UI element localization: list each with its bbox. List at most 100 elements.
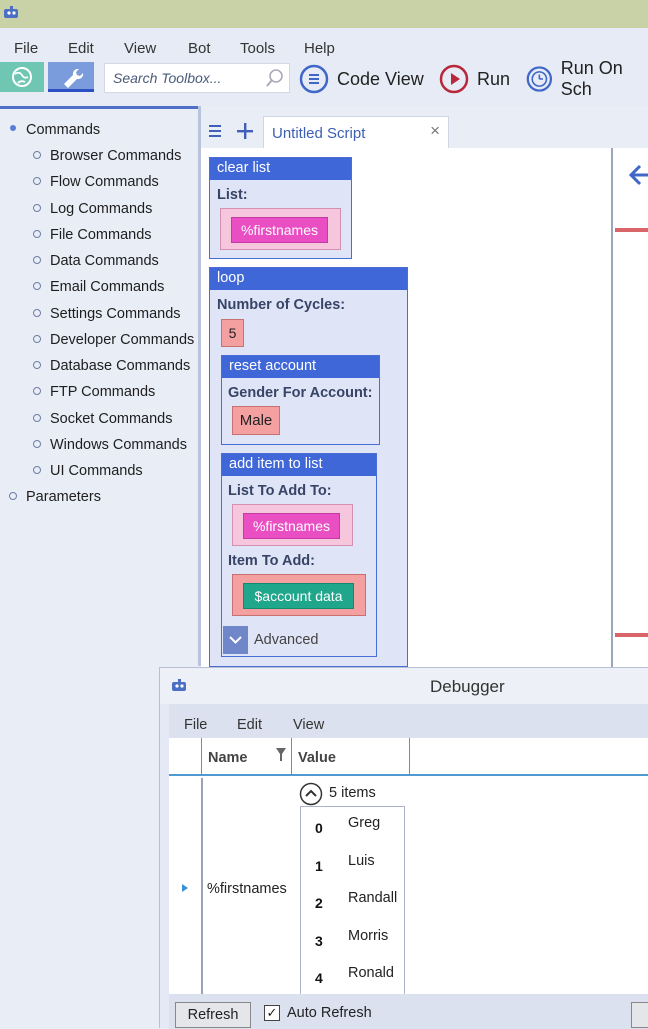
name-header-label: Name [208, 750, 248, 766]
menu-edit[interactable]: Edit [68, 40, 94, 57]
back-arrow-icon[interactable] [629, 164, 648, 186]
tree-item-log-commands[interactable]: Log Commands [50, 201, 152, 217]
tree-root-commands[interactable]: Commands [26, 122, 100, 138]
list-item[interactable]: 2 Randall [301, 882, 406, 919]
list-item[interactable]: 3 Morris [301, 920, 406, 957]
item-value: Ronald [348, 965, 394, 981]
row-header-cell [169, 738, 202, 776]
advanced-toggle-button[interactable] [223, 626, 248, 654]
tree-item-data-commands[interactable]: Data Commands [50, 253, 159, 269]
script-canvas[interactable]: clear list List: %firstnames loop Number… [201, 148, 611, 668]
collapse-icon[interactable] [299, 782, 323, 806]
run-on-schedule-button[interactable]: Run On Sch [526, 58, 648, 99]
variable-pill[interactable]: %firstnames [243, 513, 340, 539]
right-pane [611, 148, 648, 668]
tab-title: Untitled Script [272, 125, 366, 142]
tab-untitled-script[interactable]: Untitled Script × [263, 116, 449, 148]
tree-item-parameters[interactable]: Parameters [26, 489, 101, 505]
tree-item-email-commands[interactable]: Email Commands [50, 279, 164, 295]
cycles-value[interactable]: 5 [221, 319, 244, 347]
run-label: Run [477, 68, 511, 89]
plus-icon[interactable] [236, 122, 254, 140]
debugger-title-bar[interactable]: Debugger [160, 668, 648, 704]
item-index: 2 [315, 895, 323, 911]
item-to-add-label: Item To Add: [228, 553, 315, 569]
search-icon[interactable] [265, 68, 285, 88]
debugger-footer: Refresh ✓ Auto Refresh [169, 994, 648, 1029]
menu-help[interactable]: Help [304, 40, 335, 57]
variable-name[interactable]: %firstnames [207, 881, 287, 897]
cycles-label: Number of Cycles: [217, 297, 346, 313]
item-slot[interactable]: $account data [232, 574, 366, 616]
grid-header: Name Value [169, 738, 648, 776]
item-index: 4 [315, 970, 323, 986]
chevron-down-icon [229, 636, 242, 644]
column-header-name[interactable]: Name [202, 738, 292, 776]
auto-refresh-label: Auto Refresh [287, 1005, 372, 1021]
command-toolbox-button[interactable] [48, 62, 94, 92]
item-count: 5 items [329, 785, 376, 801]
tree-item-flow-commands[interactable]: Flow Commands [50, 174, 159, 190]
reset-account-block[interactable]: reset account Gender For Account: Male [221, 355, 380, 445]
column-header-value[interactable]: Value [292, 738, 410, 776]
list-items-panel: 0 Greg 1 Luis 2 Randall 3 Morris 4 Ronal… [300, 806, 405, 996]
code-view-button[interactable]: Code View [299, 64, 424, 94]
tree-item-settings-commands[interactable]: Settings Commands [50, 306, 181, 322]
tree-bullet-icon [33, 414, 41, 422]
tree-item-developer-commands[interactable]: Developer Commands [50, 332, 194, 348]
tree-item-socket-commands[interactable]: Socket Commands [50, 411, 173, 427]
run-on-schedule-label: Run On Sch [560, 58, 623, 99]
tree-item-file-commands[interactable]: File Commands [50, 227, 152, 243]
tree-item-database-commands[interactable]: Database Commands [50, 358, 190, 374]
tree-item-windows-commands[interactable]: Windows Commands [50, 437, 187, 453]
debugger-title: Debugger [430, 677, 505, 696]
list-item[interactable]: 0 Greg [301, 807, 406, 844]
gender-value[interactable]: Male [232, 406, 280, 435]
tree-bullet-icon [33, 151, 41, 159]
debugger-menu-view[interactable]: View [293, 717, 324, 733]
menu-view[interactable]: View [124, 40, 156, 57]
partial-button[interactable] [631, 1002, 648, 1028]
auto-refresh-checkbox[interactable]: ✓ [264, 1005, 280, 1021]
list-item[interactable]: 1 Luis [301, 845, 406, 882]
item-index: 1 [315, 858, 323, 874]
list-slot[interactable]: %firstnames [232, 504, 353, 546]
menu-bar: File Edit View Bot Tools Help [0, 28, 648, 62]
loop-block[interactable]: loop Number of Cycles: 5 reset account G… [209, 267, 408, 667]
debugger-menu-edit[interactable]: Edit [237, 717, 262, 733]
refresh-button[interactable]: Refresh [175, 1002, 251, 1028]
app-logo-icon [172, 679, 186, 691]
tree-item-ui-commands[interactable]: UI Commands [50, 463, 143, 479]
tree-item-ftp-commands[interactable]: FTP Commands [50, 384, 155, 400]
web-toolbox-button[interactable] [0, 62, 44, 92]
gender-label: Gender For Account: [228, 385, 373, 401]
variable-pill[interactable]: %firstnames [231, 217, 328, 243]
menu-tools[interactable]: Tools [240, 40, 275, 57]
tree-item-browser-commands[interactable]: Browser Commands [50, 148, 181, 164]
debugger-menu-file[interactable]: File [184, 717, 207, 733]
menu-bot[interactable]: Bot [188, 40, 211, 57]
list-to-add-label: List To Add To: [228, 483, 332, 499]
clear-list-block[interactable]: clear list List: %firstnames [209, 157, 352, 259]
filter-icon[interactable] [276, 748, 286, 762]
tree-bullet-icon [33, 440, 41, 448]
data-pill[interactable]: $account data [243, 583, 354, 609]
search-input[interactable] [105, 64, 255, 92]
run-button[interactable]: Run [439, 64, 510, 94]
tree-bullet-icon [10, 125, 16, 131]
item-value: Greg [348, 815, 381, 831]
tree-bullet-icon [33, 230, 41, 238]
add-item-block[interactable]: add item to list List To Add To: %firstn… [221, 453, 377, 657]
menu-file[interactable]: File [14, 40, 38, 57]
item-value: Luis [348, 853, 375, 869]
row-expander-icon[interactable] [182, 884, 188, 892]
list-slot[interactable]: %firstnames [220, 208, 341, 250]
search-box [104, 63, 290, 93]
tree-bullet-icon [33, 335, 41, 343]
wrench-icon [64, 68, 84, 88]
close-tab-icon[interactable]: × [430, 121, 440, 141]
list-item[interactable]: 4 Ronald [301, 957, 406, 994]
tree-bullet-icon [33, 204, 41, 212]
toolbar: Code View Run Run On Sch [0, 58, 648, 106]
hamburger-icon[interactable] [209, 124, 223, 138]
